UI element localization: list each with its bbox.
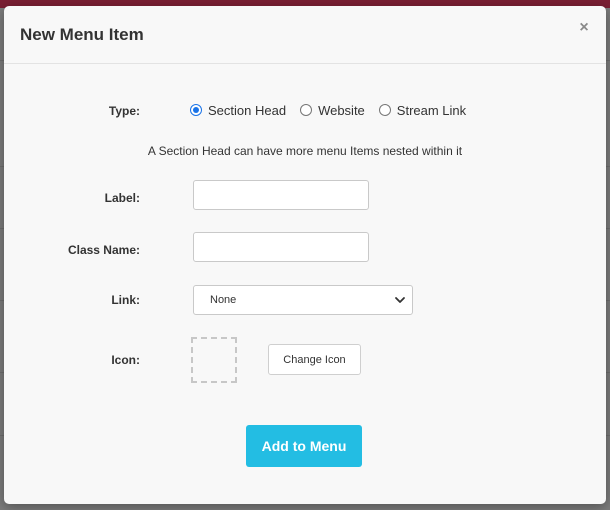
chevron-down-icon	[395, 297, 405, 303]
icon-preview-placeholder	[191, 337, 237, 383]
dialog-title: New Menu Item	[20, 25, 144, 44]
link-select-value: None	[210, 294, 237, 306]
radio-label-stream-link: Stream Link	[396, 102, 467, 118]
radio-label-website: Website	[318, 102, 365, 118]
classname-field-label: Class Name:	[67, 243, 140, 257]
link-select[interactable]: None	[193, 285, 413, 315]
type-option-website[interactable]: Website	[300, 103, 365, 118]
label-input[interactable]	[193, 180, 369, 210]
radio-section-head[interactable]	[190, 104, 202, 116]
add-to-menu-button[interactable]: Add to Menu	[246, 425, 362, 467]
icon-field-label: Icon:	[111, 353, 140, 367]
classname-input[interactable]	[193, 232, 369, 262]
close-icon[interactable]: ×	[577, 20, 591, 36]
type-option-stream-link[interactable]: Stream Link	[378, 102, 467, 118]
dialog-header: New Menu Item ×	[4, 6, 606, 64]
radio-website[interactable]	[300, 104, 313, 116]
new-menu-item-dialog: New Menu Item × Type: Section Head Websi…	[4, 6, 606, 504]
label-field-label: Label:	[104, 191, 140, 205]
radio-stream-link[interactable]	[378, 104, 391, 116]
change-icon-button[interactable]: Change Icon	[268, 344, 361, 375]
type-radio-group: Section Head Website Stream Link	[190, 101, 480, 119]
radio-label-section-head: Section Head	[208, 102, 287, 118]
link-field-label: Link:	[111, 293, 140, 307]
type-help-text: A Section Head can have more menu Items …	[147, 144, 463, 158]
type-label: Type:	[108, 104, 140, 118]
type-option-section-head[interactable]: Section Head	[190, 103, 286, 118]
